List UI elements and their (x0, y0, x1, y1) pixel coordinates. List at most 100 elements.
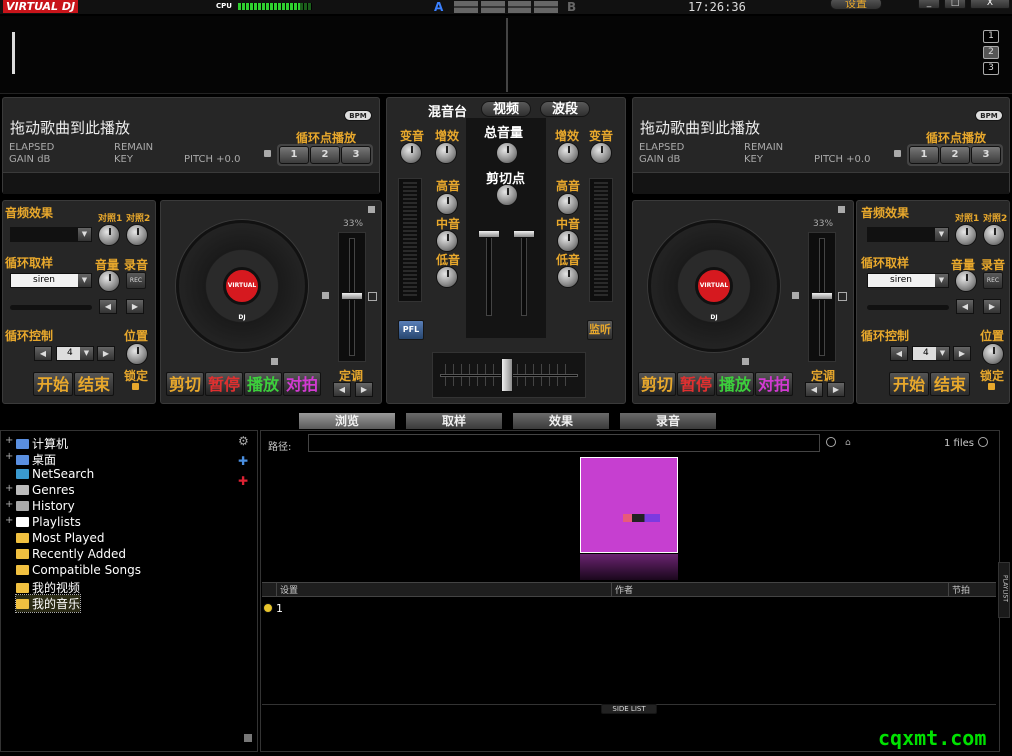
layout-button-3[interactable]: 3 (983, 62, 999, 75)
tree-item[interactable]: Playlists (16, 515, 81, 529)
left-loop-end-button[interactable]: 结束 (74, 372, 114, 396)
left-loop-prev[interactable]: ◀ (34, 346, 52, 361)
path-input[interactable] (308, 434, 820, 452)
layout-button-2[interactable]: 2 (983, 46, 999, 59)
mixer-low-right-knob[interactable] (557, 266, 579, 288)
right-pitch-lock-icon[interactable] (838, 206, 845, 213)
left-volume-knob[interactable] (98, 270, 120, 292)
right-loop-dropdown[interactable]: 4 ▼ (912, 346, 950, 361)
left-param2-knob[interactable] (126, 224, 148, 246)
left-pitch-lock-icon[interactable] (368, 206, 375, 213)
mixer-mid-left-knob[interactable] (436, 230, 458, 252)
tree-search-icon[interactable]: ⚙ (238, 434, 249, 448)
mixer-boost-left-knob[interactable] (435, 142, 457, 164)
tree-expand-icon[interactable]: + (5, 451, 13, 462)
right-volume-knob[interactable] (955, 270, 977, 292)
right-sampler-next[interactable]: ▶ (983, 299, 1001, 314)
mixer-tab-mixer[interactable]: 混音台 (428, 101, 467, 120)
tree-item[interactable]: History (16, 499, 75, 513)
tree-remove-icon[interactable]: ✚ (238, 474, 248, 488)
playlist-side-tab[interactable]: PLAYLIST (998, 562, 1010, 618)
left-pause-button[interactable]: 暂停 (205, 372, 243, 396)
tree-expand-icon[interactable]: + (5, 435, 13, 446)
tree-expand-icon[interactable]: + (5, 515, 13, 526)
left-pitch-fader-cap[interactable] (341, 292, 363, 300)
mixer-monitor-button[interactable]: 监听 (587, 320, 613, 340)
left-pitch-up[interactable]: ▶ (355, 382, 373, 397)
left-play-button[interactable]: 播放 (244, 372, 282, 396)
right-motor-lock-icon[interactable] (792, 292, 799, 299)
column-header-artist[interactable]: 作者 (611, 583, 947, 596)
tree-lock-icon[interactable] (244, 734, 252, 742)
right-sampler-slider[interactable] (867, 305, 949, 310)
path-folder-icon[interactable]: ⌂ (845, 438, 851, 448)
right-loop-start-button[interactable]: 开始 (889, 372, 929, 396)
left-pitch-down[interactable]: ◀ (333, 382, 351, 397)
right-turntable[interactable]: VIRTUAL DJ (648, 220, 780, 352)
tab-browse[interactable]: 浏览 (299, 413, 395, 429)
tree-expand-icon[interactable]: + (5, 483, 13, 494)
left-fx-dropdown[interactable]: ▼ (10, 227, 92, 242)
right-jog-lock-icon[interactable] (742, 358, 749, 365)
left-turntable[interactable]: VIRTUAL DJ (176, 220, 308, 352)
side-list-button[interactable]: SIDE LIST (601, 704, 657, 714)
mixer-mid-right-knob[interactable] (557, 230, 579, 252)
left-sample-dropdown[interactable]: siren ▼ (10, 273, 92, 288)
right-hotcue-1[interactable]: 1 (909, 146, 939, 164)
tree-expand-icon[interactable]: + (5, 499, 13, 510)
left-param1-knob[interactable] (98, 224, 120, 246)
right-sync-button[interactable]: 对拍 (755, 372, 793, 396)
left-lock-small-icon[interactable] (132, 383, 139, 390)
files-options-icon[interactable] (978, 437, 988, 447)
left-sampler-prev[interactable]: ◀ (99, 299, 117, 314)
left-lock-icon[interactable] (264, 150, 271, 157)
left-jog-lock-icon[interactable] (271, 358, 278, 365)
right-loop-end-button[interactable]: 结束 (930, 372, 970, 396)
tree-item[interactable]: NetSearch (16, 467, 94, 481)
right-hotcue-3[interactable]: 3 (971, 146, 1001, 164)
tree-item[interactable]: 我的音乐 (14, 594, 82, 613)
mixer-tab-video[interactable]: 视频 (481, 101, 531, 117)
mixer-volume-left-cap[interactable] (478, 230, 500, 238)
tree-item[interactable]: 我的视频 (16, 579, 80, 596)
table-row[interactable] (262, 600, 996, 616)
tab-effects[interactable]: 效果 (513, 413, 609, 429)
mixer-tab-scratch[interactable]: 波段 (540, 101, 590, 117)
mixer-pfl-button[interactable]: PFL (398, 320, 424, 340)
right-play-button[interactable]: 播放 (716, 372, 754, 396)
tab-record[interactable]: 录音 (620, 413, 716, 429)
deck-a-indicator[interactable]: A (434, 0, 443, 14)
column-header-title[interactable]: 设置 (276, 583, 610, 596)
mixer-high-right-knob[interactable] (557, 193, 579, 215)
left-cut-button[interactable]: 剪切 (166, 372, 204, 396)
right-pitch-up[interactable]: ▶ (827, 382, 845, 397)
right-sampler-prev[interactable]: ◀ (956, 299, 974, 314)
left-hotcue-3[interactable]: 3 (341, 146, 371, 164)
close-button[interactable]: X (970, 0, 1010, 9)
right-position-knob[interactable] (982, 343, 1004, 365)
right-bpm-button[interactable]: BPM (975, 110, 1003, 121)
settings-button[interactable]: 设置 (830, 0, 882, 10)
right-loop-next[interactable]: ▶ (953, 346, 971, 361)
tree-item[interactable]: Recently Added (16, 547, 126, 561)
left-loop-start-button[interactable]: 开始 (33, 372, 73, 396)
layout-button-1[interactable]: 1 (983, 30, 999, 43)
tree-item[interactable]: Most Played (16, 531, 105, 545)
right-cut-button[interactable]: 剪切 (638, 372, 676, 396)
right-pitch-down[interactable]: ◀ (805, 382, 823, 397)
tree-item[interactable]: Compatible Songs (16, 563, 141, 577)
left-hotcue-2[interactable]: 2 (310, 146, 340, 164)
left-hotcue-1[interactable]: 1 (279, 146, 309, 164)
right-pitch-fader-cap[interactable] (811, 292, 833, 300)
tree-item[interactable]: 计算机 (16, 435, 68, 452)
left-position-knob[interactable] (126, 343, 148, 365)
tree-item[interactable]: 桌面 (16, 451, 56, 468)
maximize-button[interactable]: □ (944, 0, 966, 9)
tree-item[interactable]: Genres (16, 483, 75, 497)
right-loop-prev[interactable]: ◀ (890, 346, 908, 361)
left-loop-dropdown[interactable]: 4 ▼ (56, 346, 94, 361)
mixer-boost-right-knob[interactable] (557, 142, 579, 164)
mixer-cue-knob[interactable] (496, 184, 518, 206)
left-loop-next[interactable]: ▶ (97, 346, 115, 361)
minimize-button[interactable]: _ (918, 0, 940, 9)
